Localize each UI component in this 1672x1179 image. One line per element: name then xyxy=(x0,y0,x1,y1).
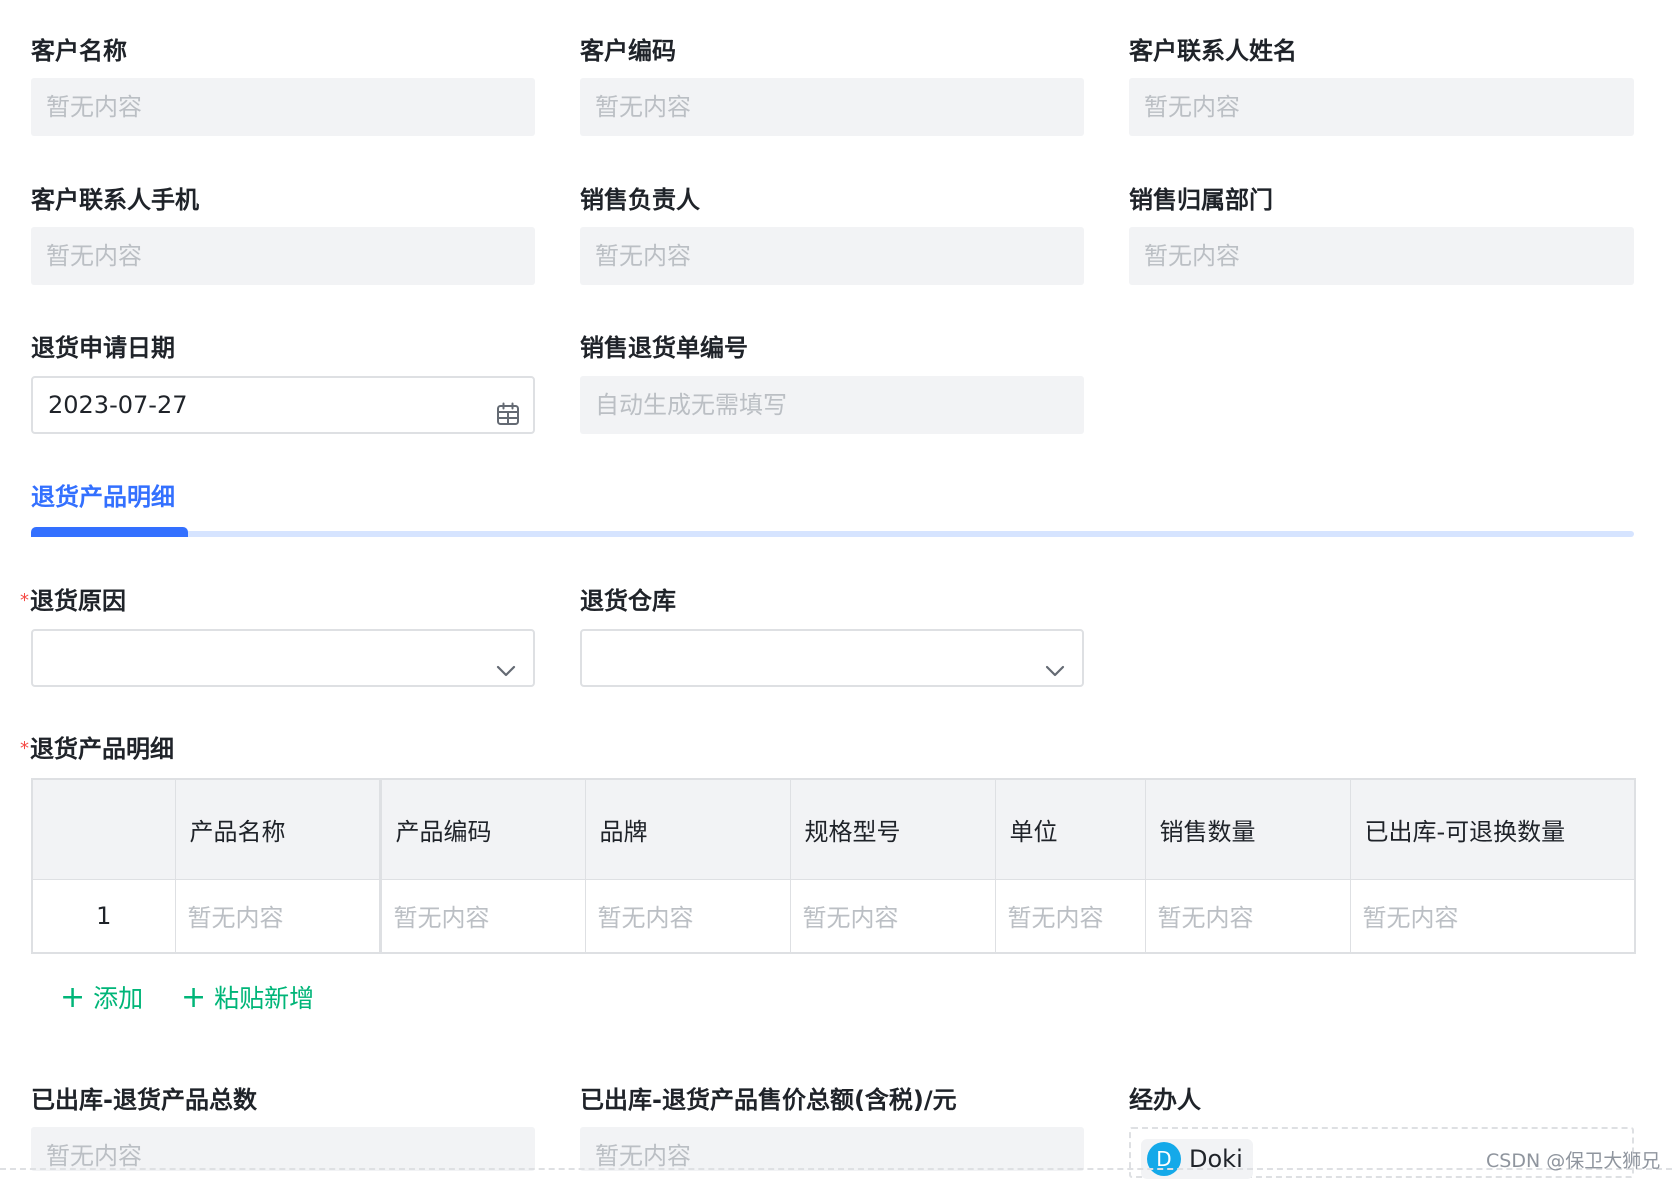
cell-product-code[interactable]: 暂无内容 xyxy=(378,879,586,953)
paste-add-button[interactable]: + 粘贴新增 xyxy=(181,980,314,1017)
customer-name-label: 客户名称 xyxy=(31,37,127,65)
paste-add-label: 粘贴新增 xyxy=(214,984,315,1013)
return-reason-label: *退货原因 xyxy=(20,585,126,617)
return-date-value: 2023-07-27 xyxy=(48,391,188,419)
column-header-returnable-qty: 已出库-可退换数量 xyxy=(1350,779,1636,880)
cell-unit[interactable]: 暂无内容 xyxy=(995,879,1146,953)
chevron-down-icon xyxy=(1044,647,1066,677)
total-amount-field: 暂无内容 xyxy=(580,1127,1084,1171)
contact-phone-label: 客户联系人手机 xyxy=(31,186,199,214)
total-qty-field: 暂无内容 xyxy=(31,1127,535,1171)
add-row-button[interactable]: + 添加 xyxy=(60,980,143,1017)
cell-sales-qty[interactable]: 暂无内容 xyxy=(1145,879,1351,953)
return-date-label: 退货申请日期 xyxy=(31,334,175,362)
contact-name-label: 客户联系人姓名 xyxy=(1129,37,1297,65)
required-mark: * xyxy=(20,738,29,759)
sales-owner-field: 暂无内容 xyxy=(580,227,1084,285)
avatar: D xyxy=(1147,1142,1181,1176)
customer-name-field: 暂无内容 xyxy=(31,78,535,136)
cell-product-name[interactable]: 暂无内容 xyxy=(175,879,381,953)
column-header-unit: 单位 xyxy=(995,779,1146,880)
plus-icon: + xyxy=(181,980,207,1015)
return-reason-select[interactable] xyxy=(31,629,535,687)
cell-brand[interactable]: 暂无内容 xyxy=(585,879,791,953)
row-index: 1 xyxy=(32,879,176,953)
customer-code-field: 暂无内容 xyxy=(580,78,1084,136)
customer-code-label: 客户编码 xyxy=(580,37,676,65)
watermark: CSDN @保卫大狮兄 xyxy=(1486,1150,1661,1172)
column-header-product-name: 产品名称 xyxy=(175,779,381,880)
return-warehouse-label: 退货仓库 xyxy=(580,587,676,615)
table-header-row: 产品名称 产品编码 品牌 规格型号 单位 销售数量 已出库-可退换数量 xyxy=(32,779,1636,880)
column-header-spec: 规格型号 xyxy=(790,779,996,880)
column-header-product-code: 产品编码 xyxy=(378,779,586,880)
details-label-text: 退货产品明细 xyxy=(30,735,174,763)
tab-return-product-details[interactable]: 退货产品明细 xyxy=(31,481,175,513)
sales-dept-field: 暂无内容 xyxy=(1129,227,1634,285)
handler-label: 经办人 xyxy=(1129,1086,1201,1114)
column-header-index xyxy=(32,779,176,880)
calendar-icon[interactable] xyxy=(495,392,521,425)
return-reason-label-text: 退货原因 xyxy=(30,587,126,615)
total-amount-label: 已出库-退货产品售价总额(含税)/元 xyxy=(580,1086,957,1114)
return-no-label: 销售退货单编号 xyxy=(580,334,748,362)
tab-active-indicator xyxy=(31,527,188,537)
details-label: *退货产品明细 xyxy=(20,733,174,765)
chevron-down-icon xyxy=(495,647,517,677)
return-date-picker[interactable]: 2023-07-27 xyxy=(31,376,535,434)
cell-spec[interactable]: 暂无内容 xyxy=(790,879,996,953)
cell-returnable-qty[interactable]: 暂无内容 xyxy=(1350,879,1636,953)
table-row: 1 暂无内容 暂无内容 暂无内容 暂无内容 暂无内容 暂无内容 暂无内容 xyxy=(32,879,1636,953)
total-qty-label: 已出库-退货产品总数 xyxy=(31,1086,257,1114)
return-no-field: 自动生成无需填写 xyxy=(580,376,1084,434)
tab-track xyxy=(31,531,1634,537)
plus-icon: + xyxy=(60,980,86,1015)
return-warehouse-select[interactable] xyxy=(580,629,1084,687)
required-mark: * xyxy=(20,590,29,611)
add-row-label: 添加 xyxy=(93,984,144,1013)
column-header-sales-qty: 销售数量 xyxy=(1145,779,1351,880)
contact-phone-field: 暂无内容 xyxy=(31,227,535,285)
column-header-brand: 品牌 xyxy=(585,779,791,880)
contact-name-field: 暂无内容 xyxy=(1129,78,1634,136)
sales-owner-label: 销售负责人 xyxy=(580,186,700,214)
page-cut-line xyxy=(0,1168,1672,1170)
handler-chip[interactable]: D Doki xyxy=(1141,1139,1253,1179)
details-table: 产品名称 产品编码 品牌 规格型号 单位 销售数量 已出库-可退换数量 1 暂无… xyxy=(31,778,1636,954)
sales-dept-label: 销售归属部门 xyxy=(1129,186,1273,214)
